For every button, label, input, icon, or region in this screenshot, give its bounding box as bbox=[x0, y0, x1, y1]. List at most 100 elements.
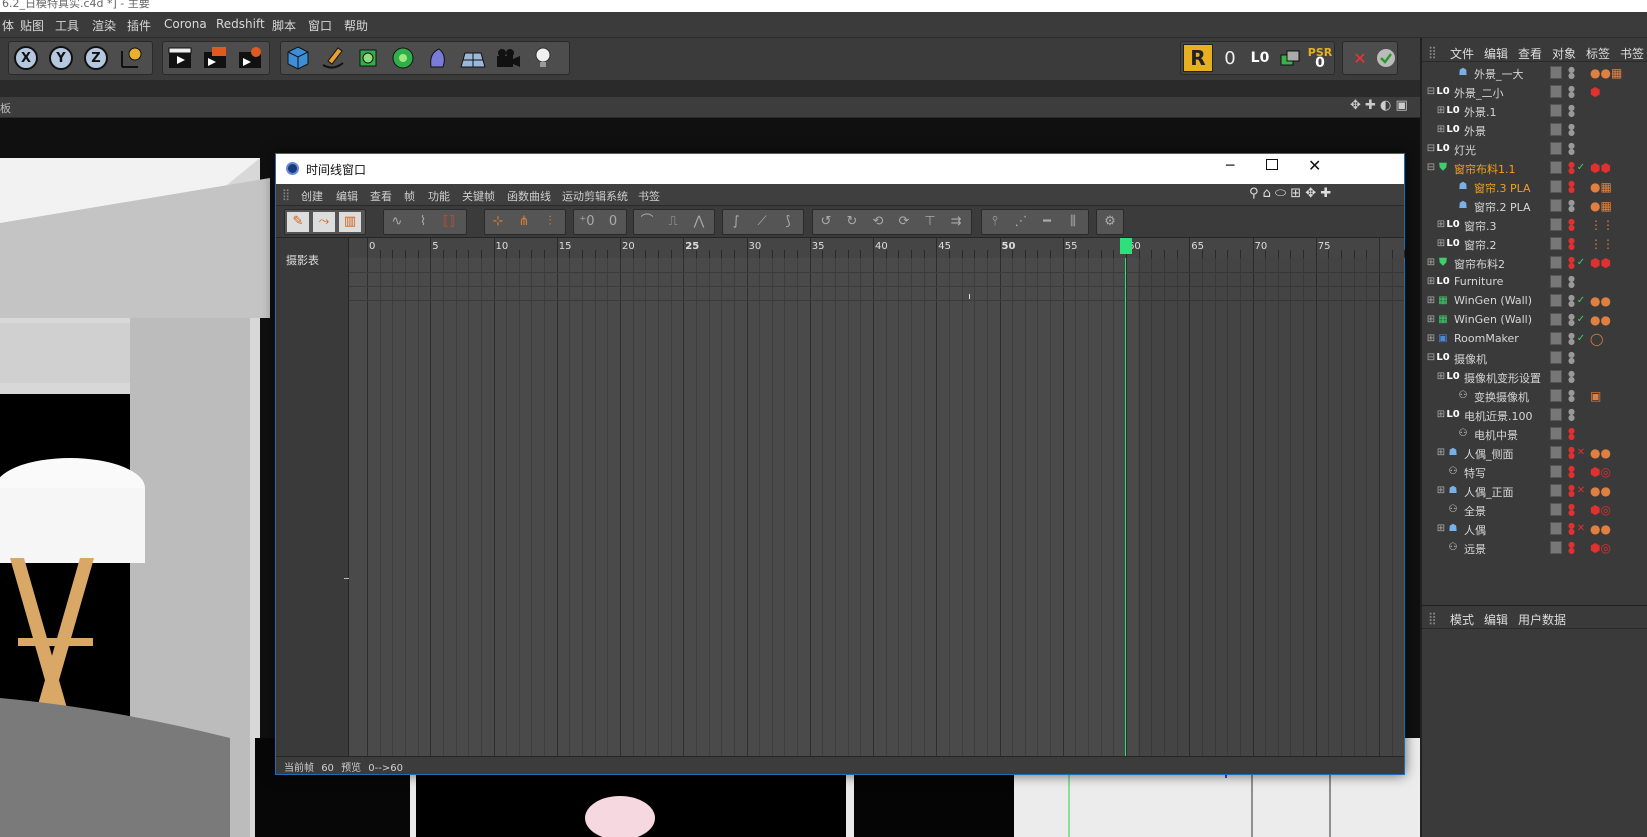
object-row[interactable]: ⊞ L0 外景.1 ● ● bbox=[1422, 102, 1647, 121]
object-row[interactable]: ⊞ L0 外景 ● ● bbox=[1422, 121, 1647, 140]
world-coordinates-button[interactable] bbox=[116, 44, 146, 72]
object-row[interactable]: ⊞ L0 窗帘.2 ● ● ⋮⋮ bbox=[1422, 235, 1647, 254]
enabled-check-icon[interactable]: ✓ bbox=[1574, 313, 1588, 327]
am-menu-edit[interactable]: 编辑 bbox=[1484, 611, 1508, 628]
menu-item[interactable]: 贴图 bbox=[20, 17, 44, 34]
object-row[interactable]: ⊞ L0 电机近景.100 ● ● bbox=[1422, 406, 1647, 425]
menu-item[interactable]: 体 bbox=[2, 17, 14, 34]
layer-color-swatch[interactable] bbox=[1550, 199, 1562, 212]
object-row[interactable]: ⊞ ▦ WinGen (Wall) ● ● ✓ ●● bbox=[1422, 292, 1647, 311]
object-tags-icon[interactable]: ▣ bbox=[1590, 389, 1601, 403]
om-menu-file[interactable]: 文件 bbox=[1450, 45, 1474, 62]
object-tags-icon[interactable]: ●● bbox=[1590, 522, 1611, 536]
fcurve-split-icon[interactable]: ⌇ bbox=[412, 212, 434, 232]
layer-color-swatch[interactable] bbox=[1550, 332, 1562, 345]
zero-angle-icon[interactable]: 0 bbox=[602, 212, 624, 232]
om-menu-bookmarks[interactable]: 书签 bbox=[1620, 45, 1644, 62]
playhead-handle[interactable] bbox=[1120, 238, 1132, 254]
layer-color-swatch[interactable] bbox=[1550, 180, 1562, 193]
spline-interp-icon[interactable]: ⌒ bbox=[636, 212, 658, 232]
deformer-button[interactable] bbox=[423, 44, 453, 72]
redshift-render-button[interactable]: R bbox=[1183, 44, 1213, 72]
layer-color-swatch[interactable] bbox=[1550, 161, 1562, 174]
menu-item[interactable]: 帮助 bbox=[344, 17, 368, 34]
layer-color-swatch[interactable] bbox=[1550, 351, 1562, 364]
layer-color-swatch[interactable] bbox=[1550, 313, 1562, 326]
layer-color-swatch[interactable] bbox=[1550, 142, 1562, 155]
layer-color-swatch[interactable] bbox=[1550, 275, 1562, 288]
layer-color-swatch[interactable] bbox=[1550, 522, 1562, 535]
layer-color-swatch[interactable] bbox=[1550, 465, 1562, 478]
enabled-check-icon[interactable]: ✓ bbox=[1574, 161, 1588, 175]
range-icon[interactable]: ⟦⟧ bbox=[438, 212, 460, 232]
disabled-x-icon[interactable]: ✕ bbox=[1574, 522, 1588, 536]
cloner-button[interactable] bbox=[388, 44, 418, 72]
object-tags-icon[interactable]: ⬢◎ bbox=[1590, 541, 1611, 555]
layer-color-swatch[interactable] bbox=[1550, 85, 1562, 98]
visibility-dots-icon[interactable]: ● ● bbox=[1568, 389, 1575, 403]
object-row[interactable]: ⚇ 电机中景 ● ● bbox=[1422, 425, 1647, 444]
fcurve-mode-icon[interactable]: ⤳ bbox=[313, 212, 335, 232]
object-tags-icon[interactable]: ●● bbox=[1590, 294, 1611, 308]
camera-button[interactable] bbox=[493, 44, 523, 72]
menu-item[interactable]: 工具 bbox=[55, 17, 79, 34]
step-interp-icon[interactable]: ⎍ bbox=[662, 212, 684, 232]
timeline-grid[interactable] bbox=[349, 258, 1404, 756]
layer-color-swatch[interactable] bbox=[1550, 484, 1562, 497]
visibility-dots-icon[interactable]: ● ● bbox=[1568, 465, 1575, 479]
layer-color-swatch[interactable] bbox=[1550, 446, 1562, 459]
add-keys-icon[interactable]: ⋔ bbox=[513, 212, 535, 232]
object-tags-icon[interactable]: ●● bbox=[1590, 484, 1611, 498]
om-menu-objects[interactable]: 对象 bbox=[1552, 45, 1576, 62]
object-row[interactable]: ⊞ ⛊ 窗帘布料2 ● ● ✓ ⬢⬢ bbox=[1422, 254, 1647, 273]
track-constant-icon[interactable]: ━ bbox=[1036, 212, 1058, 232]
tl-menu-frame[interactable]: 帧 bbox=[404, 188, 415, 204]
accept-button[interactable] bbox=[1371, 44, 1401, 72]
cube-button[interactable] bbox=[283, 44, 313, 72]
om-menu-tags[interactable]: 标签 bbox=[1586, 45, 1610, 62]
disabled-x-icon[interactable]: ✕ bbox=[1574, 446, 1588, 460]
tangent-lock-icon[interactable]: ⟳ bbox=[893, 212, 915, 232]
object-tags-icon[interactable]: ⬢⬢ bbox=[1590, 161, 1611, 175]
menu-item[interactable]: 窗口 bbox=[308, 17, 332, 34]
z-axis-button[interactable]: Z bbox=[81, 44, 111, 72]
tl-menu-view[interactable]: 查看 bbox=[370, 188, 392, 204]
tl-menu-create[interactable]: 创建 bbox=[301, 188, 323, 204]
visibility-dots-icon[interactable]: ● ● bbox=[1568, 427, 1575, 441]
visibility-dots-icon[interactable]: ● ● bbox=[1568, 218, 1575, 232]
timeline-titlebar[interactable]: 时间线窗口 ─ ✕ bbox=[276, 154, 1404, 184]
am-menu-mode[interactable]: 模式 bbox=[1450, 611, 1474, 628]
om-menu-edit[interactable]: 编辑 bbox=[1484, 45, 1508, 62]
layer-color-swatch[interactable] bbox=[1550, 237, 1562, 250]
layer-color-swatch[interactable] bbox=[1550, 427, 1562, 440]
tl-menu-functions[interactable]: 功能 bbox=[428, 188, 450, 204]
visibility-dots-icon[interactable]: ● ● bbox=[1568, 408, 1575, 422]
light-button[interactable] bbox=[528, 44, 558, 72]
menu-item[interactable]: 插件 bbox=[127, 17, 151, 34]
layer-color-swatch[interactable] bbox=[1550, 294, 1562, 307]
object-row[interactable]: ⊟ L0 摄像机 ● ● bbox=[1422, 349, 1647, 368]
object-tags-icon[interactable]: ●● bbox=[1590, 446, 1611, 460]
visibility-dots-icon[interactable]: ● ● bbox=[1568, 237, 1575, 251]
enabled-check-icon[interactable]: ✓ bbox=[1574, 332, 1588, 346]
layer-color-swatch[interactable] bbox=[1550, 389, 1562, 402]
visibility-dots-icon[interactable]: ● ● bbox=[1568, 370, 1575, 384]
object-tags-icon[interactable]: ●●▦ bbox=[1590, 66, 1622, 80]
layer-color-swatch[interactable] bbox=[1550, 541, 1562, 554]
maximize-button[interactable] bbox=[1266, 159, 1278, 170]
render-settings-button[interactable] bbox=[235, 44, 265, 72]
visibility-dots-icon[interactable]: ● ● bbox=[1568, 503, 1575, 517]
object-row[interactable]: ⚇ 变换摄像机 ● ● ▣ bbox=[1422, 387, 1647, 406]
layer-color-swatch[interactable] bbox=[1550, 408, 1562, 421]
fcurve-icon[interactable]: ∿ bbox=[386, 212, 408, 232]
key-mode-icon[interactable]: ✎ bbox=[287, 212, 309, 232]
visibility-dots-icon[interactable]: ● ● bbox=[1568, 104, 1575, 118]
render-picture-viewer-button[interactable] bbox=[200, 44, 230, 72]
visibility-dots-icon[interactable]: ● ● bbox=[1568, 275, 1575, 289]
y-axis-button[interactable]: Y bbox=[46, 44, 76, 72]
tl-nav-icons[interactable]: ⚲ ⌂ ⬭ ⊞ ✥ ✚ bbox=[1249, 186, 1331, 201]
timeline-left-panel[interactable]: 摄影表 bbox=[276, 238, 349, 756]
object-row[interactable]: ⊞ ☗ 人偶_侧面 ● ● ✕ ●● bbox=[1422, 444, 1647, 463]
object-row[interactable]: ⊟ L0 灯光 ● ● bbox=[1422, 140, 1647, 159]
object-row[interactable]: ☗ 窗帘.3 PLA ● ● ●▦ bbox=[1422, 178, 1647, 197]
